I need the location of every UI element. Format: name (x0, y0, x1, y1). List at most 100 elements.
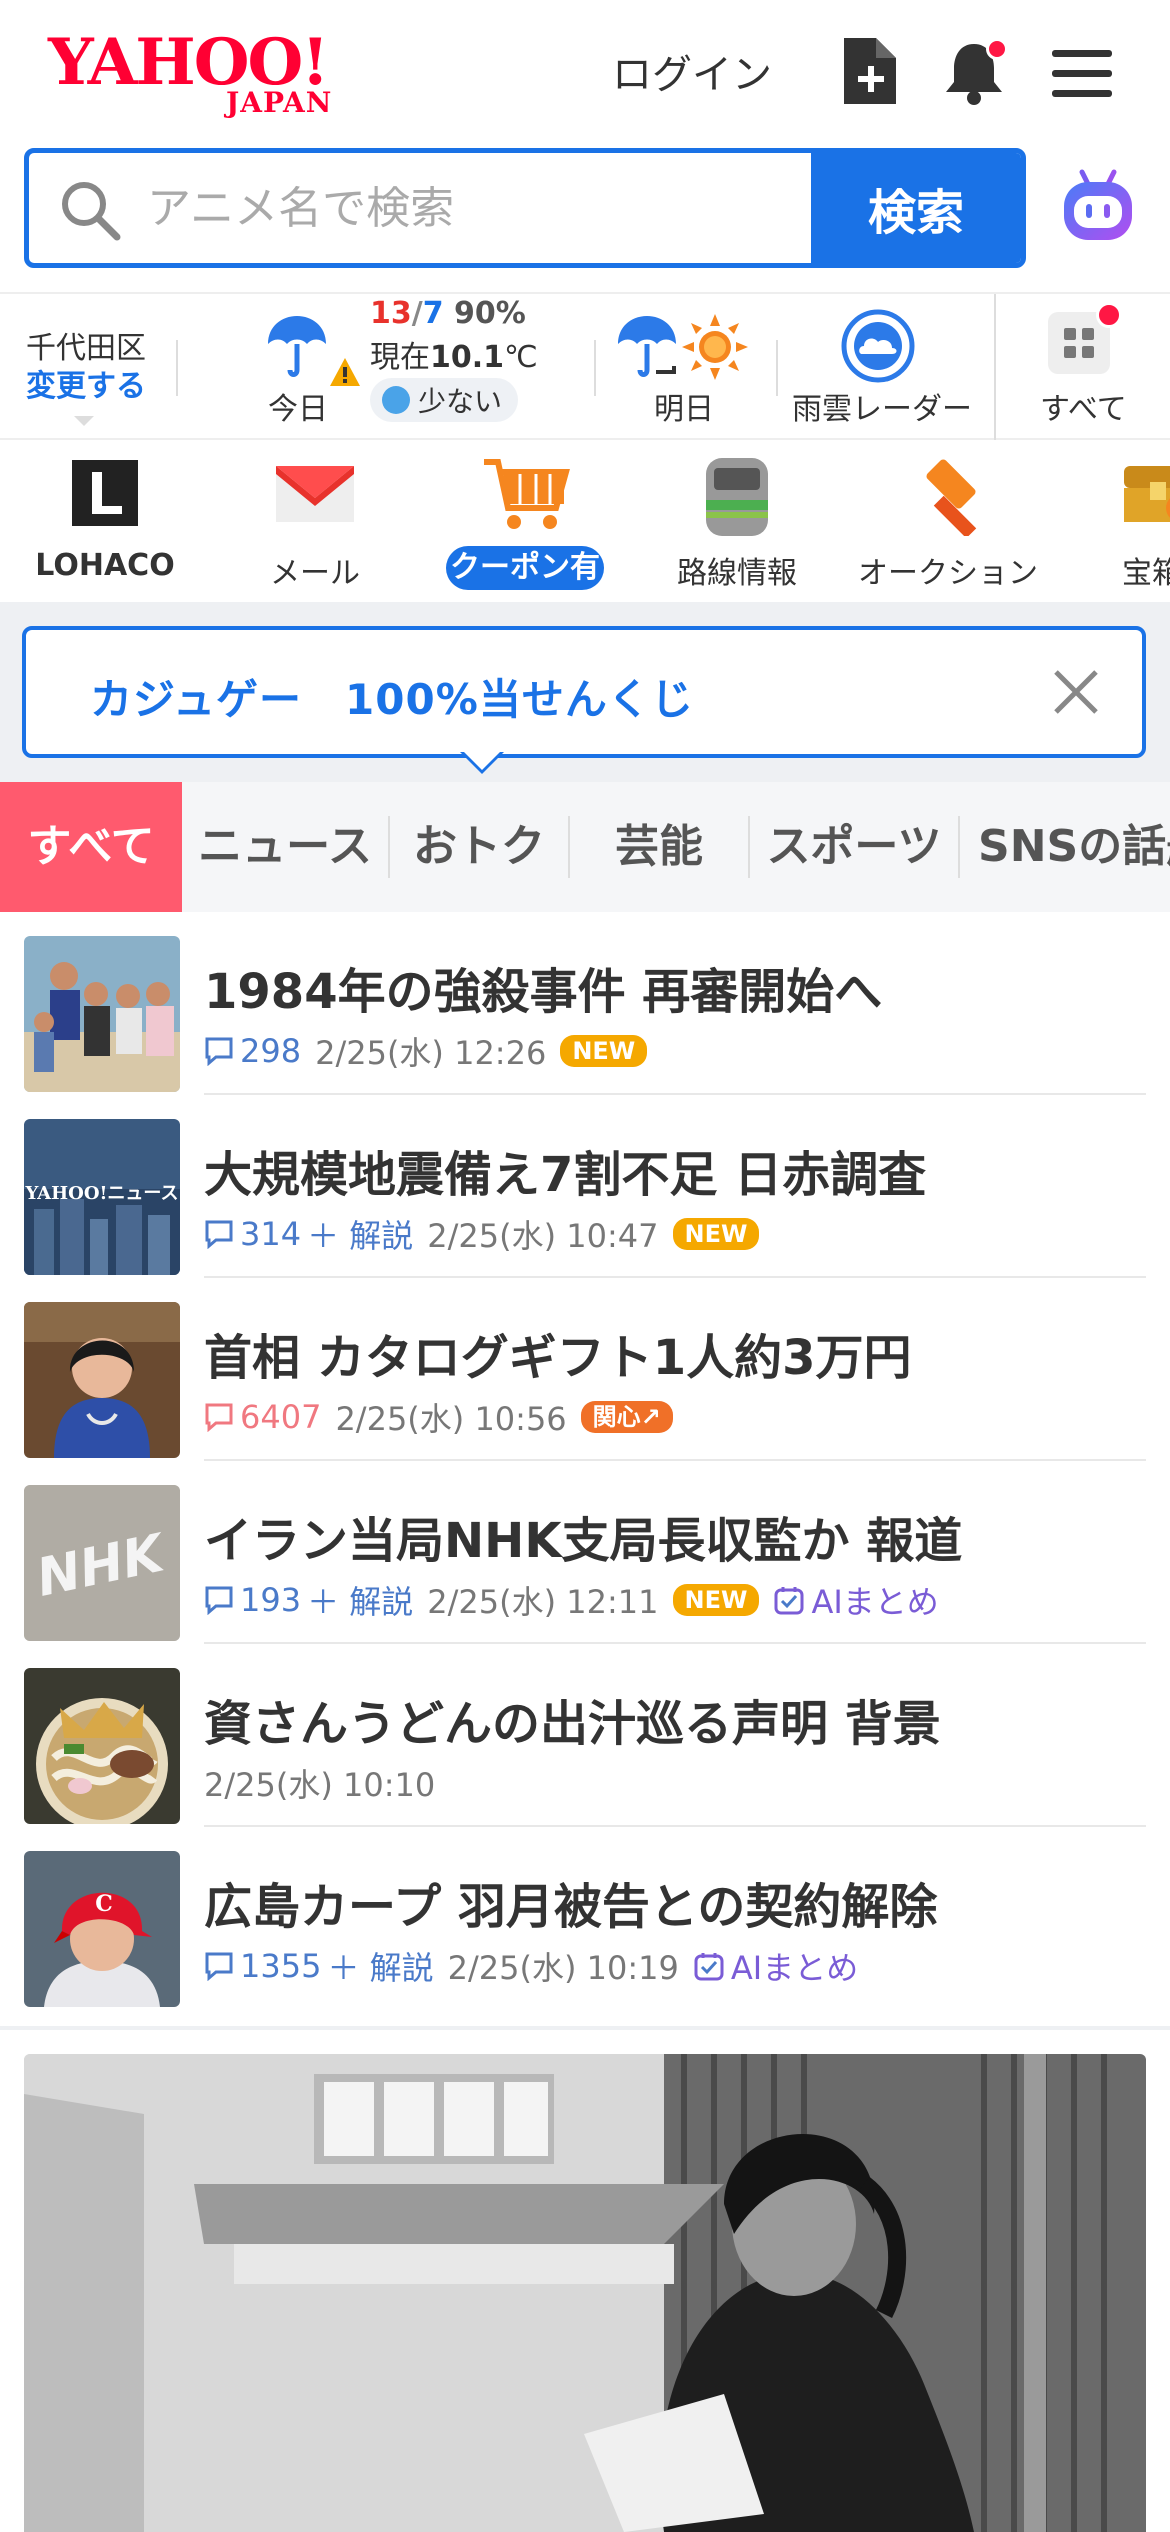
news-title: 首相 カタログギフト1人約3万円 (204, 1330, 912, 1386)
rain-chance: 90% (454, 296, 526, 331)
svg-text:C: C (95, 1891, 113, 1917)
news-item[interactable]: 首相 カタログギフト1人約3万円 6407 2/25(水) 10:56 関心↗ (24, 1278, 1146, 1461)
news-item[interactable]: NHK イラン当局NHK支局長収監か 報道 193 ＋ 解説 2/25(水) 1… (24, 1461, 1146, 1644)
tab-sports[interactable]: スポーツ (750, 782, 958, 912)
tab-news[interactable]: ニュース (192, 782, 378, 912)
service-transit[interactable]: 路線情報 (652, 440, 822, 602)
news-thumbnail: C (24, 1851, 180, 2007)
section-divider (0, 2026, 1170, 2030)
ai-summary-link[interactable]: AIまとめ (773, 1577, 939, 1623)
close-icon[interactable] (1050, 666, 1102, 718)
temp-high: 13 (370, 296, 412, 331)
news-title: 大規模地震備え7割不足 日赤調査 (204, 1147, 927, 1203)
news-time: 2/25(水) 10:56 (335, 1400, 567, 1438)
header: YAHOO! JAPAN ログイン (0, 0, 1170, 145)
news-meta: 2/25(水) 10:10 (204, 1760, 435, 1806)
hamburger-menu-icon[interactable] (1050, 46, 1114, 102)
ai-summary-link[interactable]: AIまとめ (693, 1943, 858, 1989)
tab-all[interactable]: すべて (0, 782, 182, 912)
warning-icon (328, 356, 362, 392)
news-meta: 314 ＋ 解説 2/25(水) 10:47 NEW (204, 1211, 760, 1257)
news-item[interactable]: 1984年の強殺事件 再審開始へ 298 2/25(水) 12:26 NEW (24, 912, 1146, 1095)
service-mail[interactable]: メール (230, 440, 400, 602)
umbrella-icon (266, 314, 328, 384)
service-coupon[interactable]: クーポン有 (440, 440, 610, 602)
news-item[interactable]: 資さんうどんの出汁巡る声明 背景 2/25(水) 10:10 (24, 1644, 1146, 1827)
rain-drop-icon (382, 386, 410, 414)
comment-icon (205, 1220, 233, 1249)
comment-count[interactable]: 6407 (204, 1398, 321, 1436)
news-title: 広島カープ 羽月被告との契約解除 (204, 1879, 938, 1935)
all-services-label[interactable]: すべて (1040, 384, 1127, 428)
comment-count[interactable]: 1355 ＋ 解説 (204, 1943, 434, 1989)
category-tabs: すべて ニュース おトク 芸能 スポーツ SNSの話題 (0, 782, 1170, 912)
rain-radar-icon[interactable] (840, 308, 916, 388)
service-auction[interactable]: オークション (858, 440, 1038, 602)
service-label: クーポン有 (446, 546, 604, 590)
news-thumbnail (24, 936, 180, 1092)
notification-badge (986, 38, 1008, 60)
comment-count[interactable]: 314 ＋ 解説 (204, 1211, 413, 1257)
service-label: メール (270, 556, 360, 591)
explanation-label: ＋ 解説 (307, 1217, 414, 1255)
service-label: 路線情報 (677, 556, 797, 591)
notification-bell-icon[interactable] (942, 36, 1008, 108)
new-badge: NEW (672, 1584, 760, 1616)
news-title: 1984年の強殺事件 再審開始へ (204, 964, 883, 1020)
news-time: 2/25(水) 12:11 (427, 1583, 659, 1621)
news-item[interactable]: C 広島カープ 羽月被告との契約解除 1355 ＋ 解説 2/25(水) 10:… (24, 1827, 1146, 2010)
comment-icon (205, 1037, 233, 1066)
new-badge: NEW (560, 1035, 648, 1067)
service-label: 宝箱く (1122, 556, 1170, 591)
yahoo-news-watermark: YAHOO!ニュース (24, 1183, 178, 1204)
sun-icon (682, 314, 748, 384)
current-temp-value: 10.1 (430, 340, 505, 375)
tab-deals[interactable]: おトク (390, 782, 568, 912)
ai-summary-icon (694, 1953, 724, 1981)
news-thumbnail (24, 1302, 180, 1458)
tab-entertainment[interactable]: 芸能 (570, 782, 748, 912)
temp-low: 7 (422, 296, 444, 331)
news-item[interactable]: YAHOO!ニュース 大規模地震備え7割不足 日赤調査 314 ＋ 解説 2/2… (24, 1095, 1146, 1278)
ai-assistant-icon[interactable] (1058, 166, 1138, 246)
trending-badge: 関心↗ (580, 1401, 673, 1433)
search-input[interactable] (29, 153, 815, 263)
service-lohaco[interactable]: LOHACO (20, 440, 190, 602)
service-shortcuts: LOHACO メール クーポン有 路線情報 オークション 宝箱 (0, 440, 1170, 602)
news-time: 2/25(水) 10:19 (447, 1949, 679, 1987)
rain-amount-pill: 少ない (370, 378, 519, 422)
weather-location[interactable]: 千代田区 変更する (26, 330, 146, 406)
current-temp: 現在10.1℃ (370, 340, 538, 375)
mail-icon (276, 466, 354, 522)
comment-count[interactable]: 193 ＋ 解説 (204, 1577, 413, 1623)
news-meta: 193 ＋ 解説 2/25(水) 12:11 NEW AIまとめ (204, 1577, 939, 1623)
lohaco-icon (72, 460, 138, 526)
auction-hammer-icon (926, 459, 977, 536)
train-icon (706, 458, 768, 536)
search-bar: 検索 (24, 148, 1026, 268)
explanation-label: ＋ 解説 (307, 1583, 414, 1621)
logo-sub-text: JAPAN (226, 86, 333, 119)
all-services-badge (1096, 302, 1122, 328)
promo-banner[interactable]: カジュゲー 100%当せんくじ (22, 626, 1146, 758)
all-services-icon[interactable] (1048, 302, 1122, 374)
search-button[interactable]: 検索 (811, 153, 1021, 263)
news-title: イラン当局NHK支局長収監か 報道 (204, 1513, 963, 1569)
service-treasure[interactable]: 宝箱く (1082, 440, 1170, 602)
promo-banner-text: カジュゲー 100%当せんくじ (90, 675, 694, 724)
change-location-link[interactable]: 変更する (26, 368, 146, 406)
news-meta: 298 2/25(水) 12:26 NEW (204, 1028, 648, 1074)
add-document-icon[interactable] (838, 36, 904, 108)
tab-sns[interactable]: SNSの話題 (962, 782, 1170, 912)
comment-count[interactable]: 298 (204, 1032, 301, 1070)
treasure-box-icon (1124, 466, 1170, 522)
news-time: 2/25(水) 10:10 (204, 1766, 436, 1804)
tomorrow-label: 明日 (654, 392, 714, 427)
service-label: LOHACO (35, 548, 175, 583)
service-label: オークション (858, 556, 1038, 591)
yahoo-japan-logo[interactable]: YAHOO! JAPAN (48, 28, 363, 120)
feature-article-image[interactable] (24, 2054, 1146, 2532)
login-link[interactable]: ログイン (612, 42, 772, 100)
comment-icon (205, 1586, 233, 1615)
rain-radar-label[interactable]: 雨雲レーダー (792, 384, 972, 428)
